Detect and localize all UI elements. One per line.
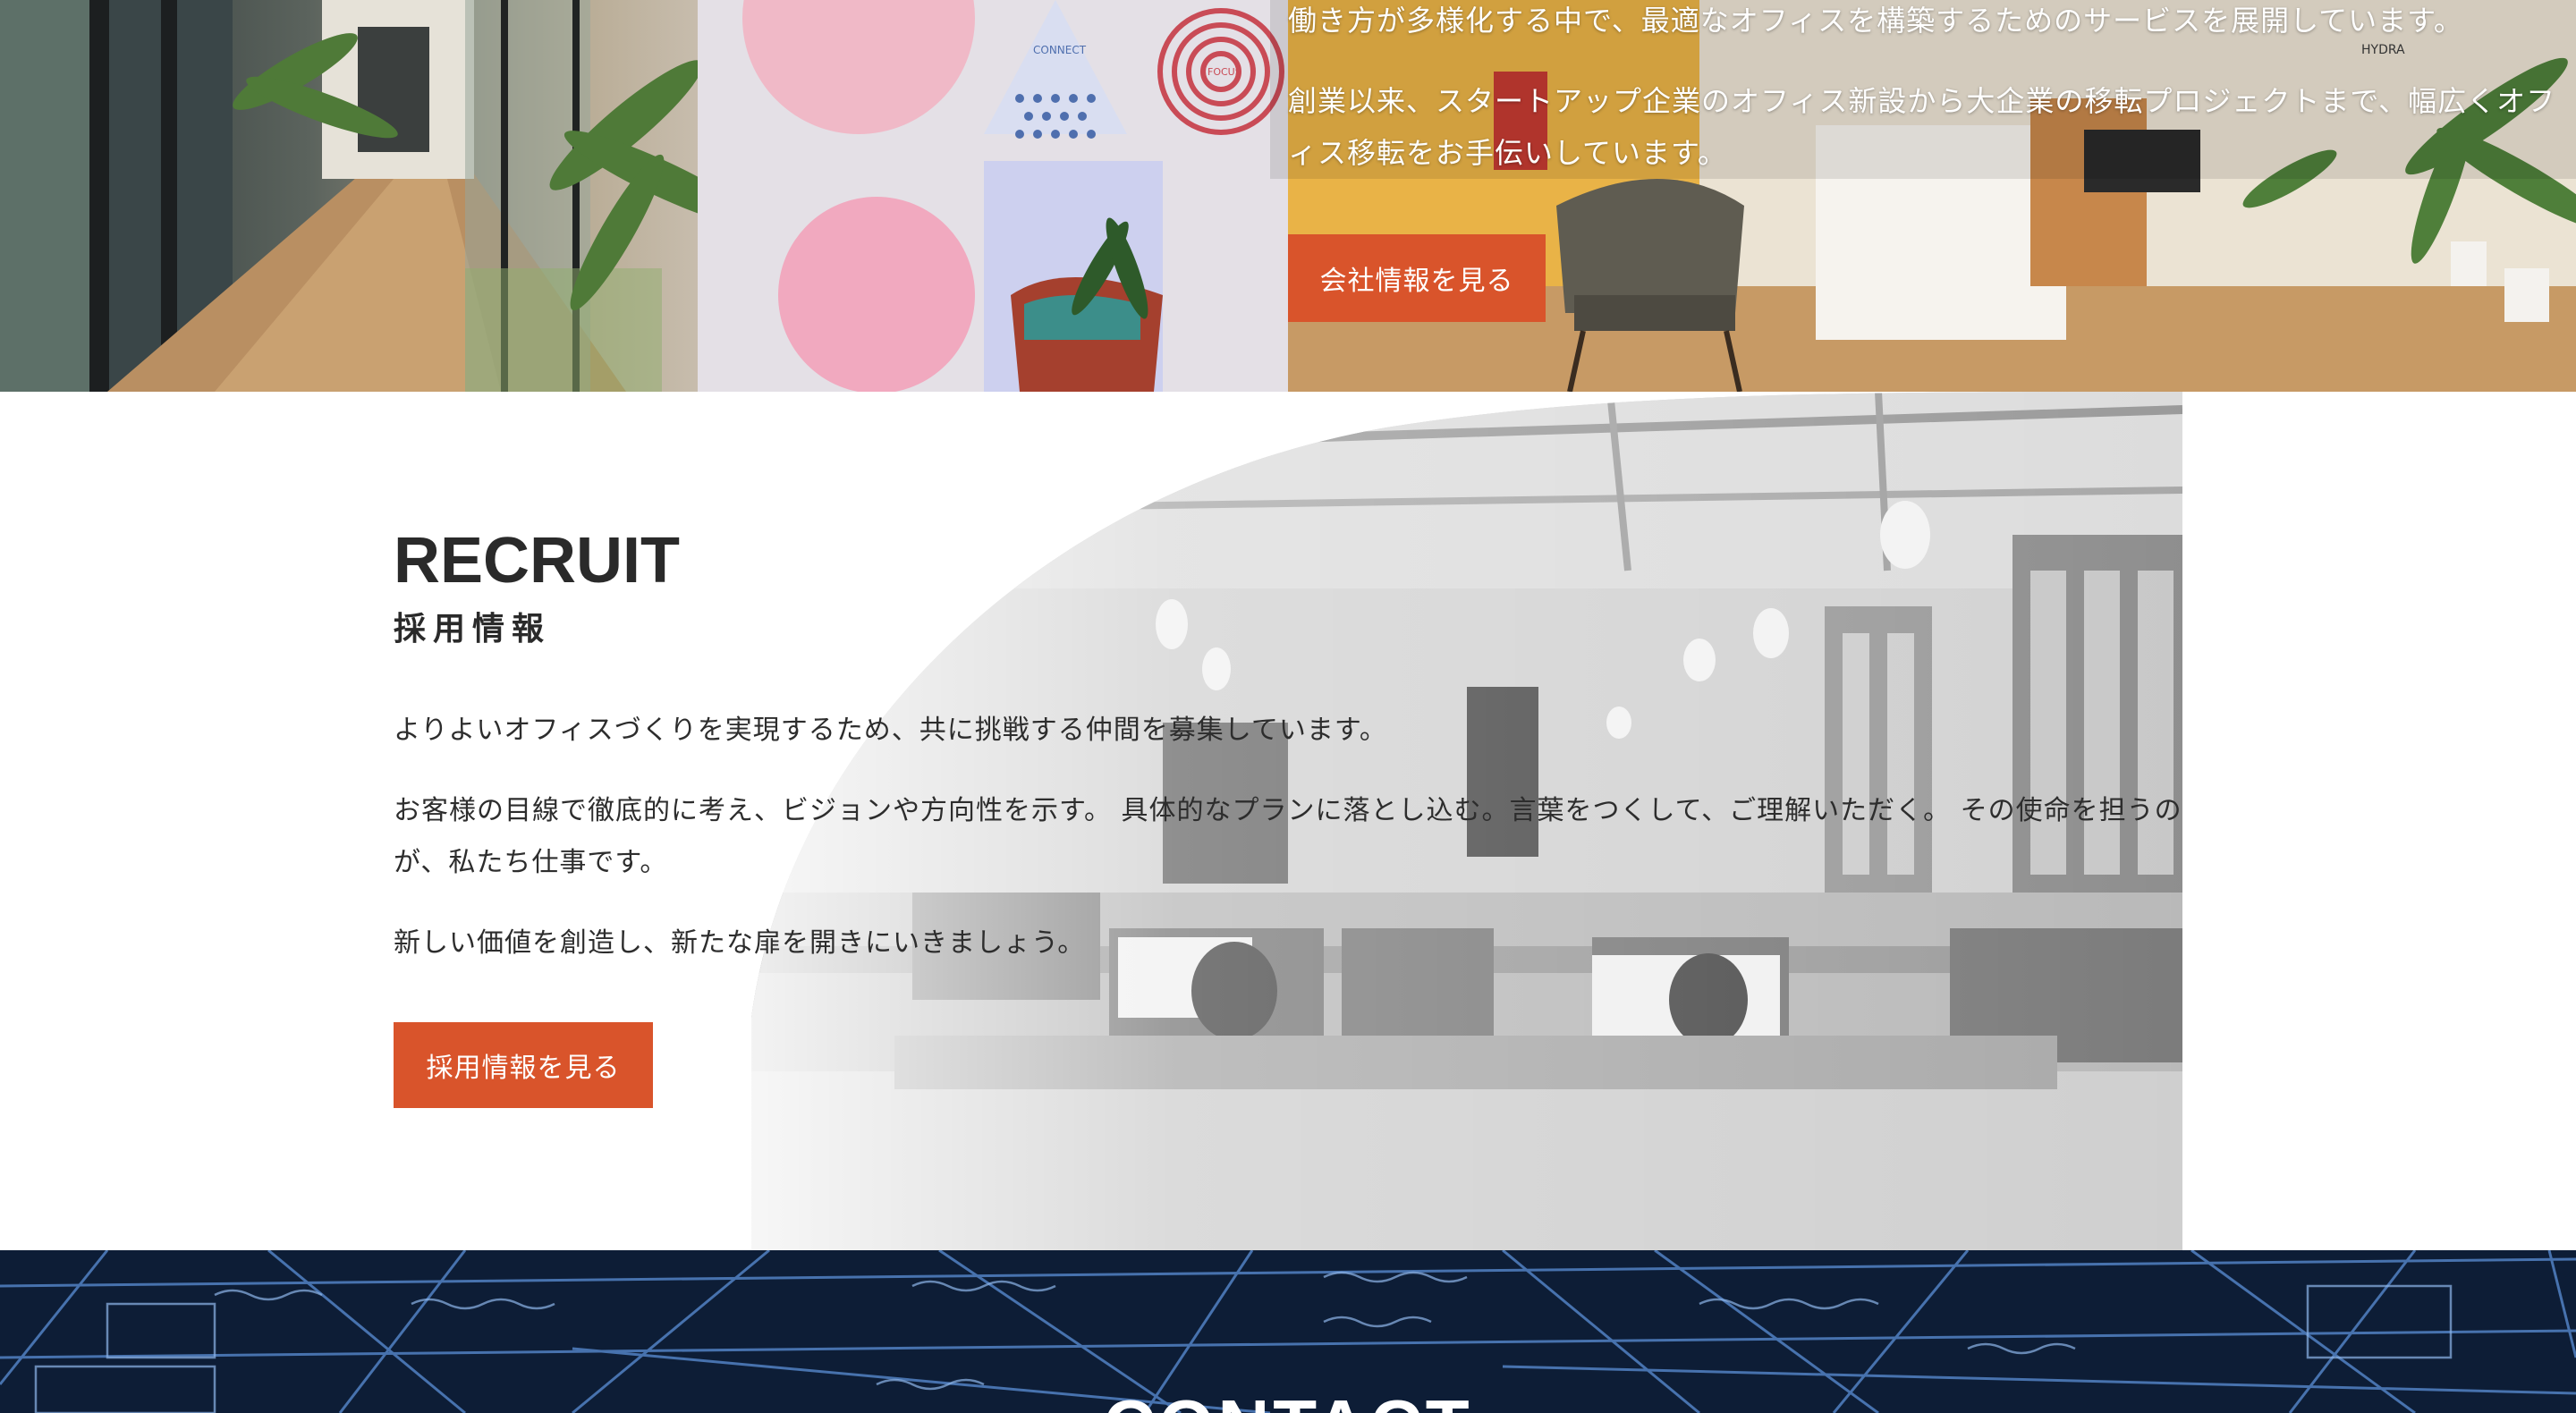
recruit-info-button[interactable]: 採用情報を見る	[394, 1022, 653, 1108]
page: CONNECT FOCUS HYDRA 働き方が多様化する中で、最適なオフィスを…	[0, 0, 2576, 1413]
company-office-photo: CONNECT FOCUS HYDRA	[0, 0, 2576, 392]
company-paragraph: 創業以来、スタートアップ企業のオフィス新設から大企業の移転プロジェクトまで、幅広…	[1288, 84, 2556, 170]
contact-section: CONTACT	[0, 1250, 2576, 1413]
recruit-paragraph: よりよいオフィスづくりを実現するため、共に挑戦する仲間を募集しています。	[394, 715, 1387, 746]
focus-sign: FOCUS	[1208, 66, 1241, 78]
contact-title: CONTACT	[0, 1384, 2576, 1413]
recruit-paragraph: お客様の目線で徹底的に考え、ビジョンや方向性を示す。 具体的なプランに落とし込む…	[394, 795, 2182, 878]
recruit-paragraph: 新しい価値を創造し、新たな扉を開きにいきましょう。	[394, 927, 1086, 959]
company-section: CONNECT FOCUS HYDRA 働き方が多様化する中で、最適なオフィスを…	[0, 0, 2576, 392]
company-paragraph: 働き方が多様化する中で、最適なオフィスを構築するためのサービスを展開しています。	[1288, 4, 2463, 38]
recruit-section: RECRUIT 採用情報 よりよいオフィスづくりを実現するため、共に挑戦する仲間…	[0, 392, 2576, 1250]
connect-sign: CONNECT	[1033, 44, 1087, 56]
company-info-button[interactable]: 会社情報を見る	[1288, 234, 1546, 322]
recruit-subtitle: 採用情報	[394, 611, 552, 647]
recruit-body: よりよいオフィスづくりを実現するため、共に挑戦する仲間を募集しています。 お客様…	[394, 705, 2182, 998]
recruit-title: RECRUIT	[394, 525, 680, 597]
